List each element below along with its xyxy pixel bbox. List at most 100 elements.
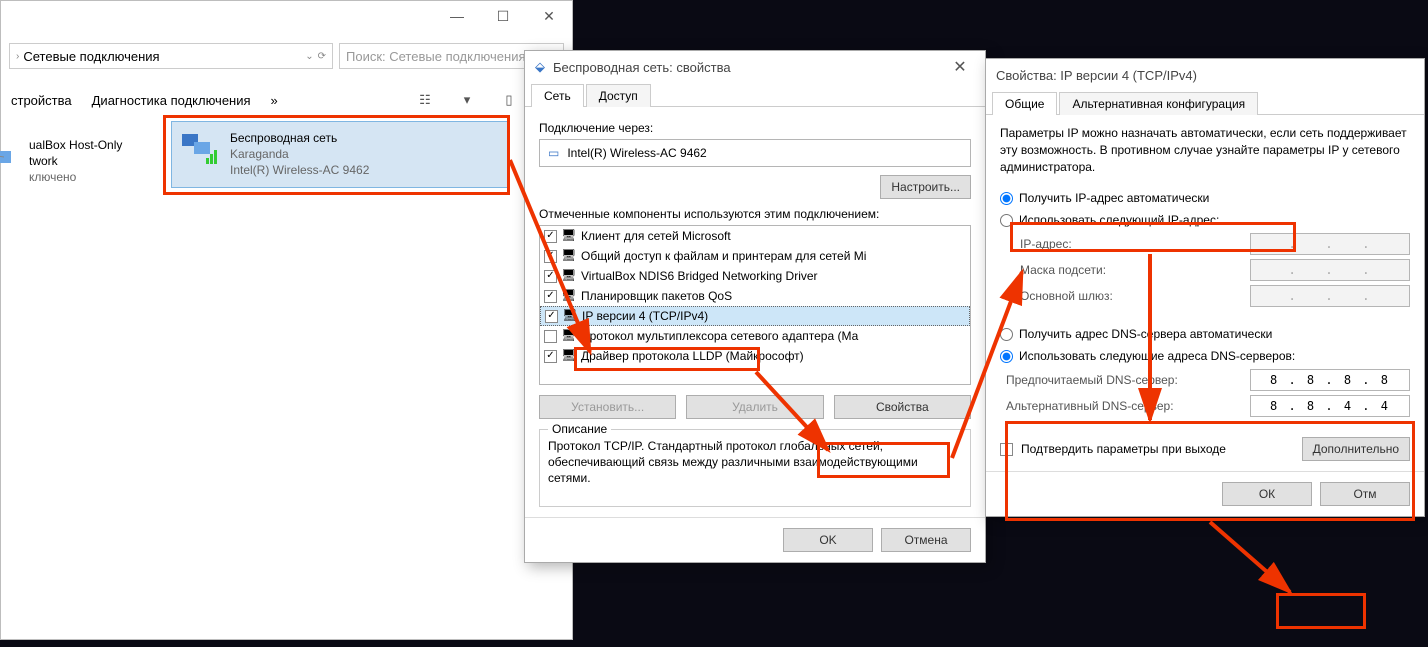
- confirm-on-exit-checkbox[interactable]: [1000, 443, 1013, 456]
- component-item[interactable]: 🖥 Протокол мультиплексора сетевого адапт…: [540, 326, 970, 346]
- subnet-mask-field: . . .: [1250, 259, 1410, 281]
- dialog-footer: ОК Отм: [986, 471, 1424, 516]
- radio-input[interactable]: [1000, 214, 1013, 227]
- subnet-mask-label: Маска подсети:: [1020, 263, 1240, 277]
- description-group: Описание Протокол TCP/IP. Стандартный пр…: [539, 429, 971, 507]
- preferred-dns-field[interactable]: 8 . 8 . 8 . 8: [1250, 369, 1410, 391]
- tabs: Общие Альтернативная конфигурация: [986, 91, 1424, 115]
- install-button[interactable]: Установить...: [539, 395, 676, 419]
- address-bar-row: › Сетевые подключения ⌄ ⟳ Поиск: Сетевые…: [1, 41, 572, 71]
- breadcrumb[interactable]: › Сетевые подключения ⌄ ⟳: [9, 43, 333, 69]
- remove-button[interactable]: Удалить: [686, 395, 823, 419]
- connection-item-vbox[interactable]: ualBox Host-Only twork ключено: [0, 129, 151, 194]
- component-icon: 🖥: [561, 268, 577, 284]
- annotation-box: [1276, 593, 1366, 629]
- checkbox[interactable]: ✓: [544, 230, 557, 243]
- dropdown-icon[interactable]: ⌄: [305, 51, 313, 62]
- preview-pane-icon[interactable]: ▯: [498, 89, 520, 111]
- chevron-right-icon: ›: [16, 51, 19, 62]
- cancel-button[interactable]: Отм: [1320, 482, 1410, 506]
- alternate-dns-field[interactable]: 8 . 8 . 4 . 4: [1250, 395, 1410, 417]
- close-button[interactable]: ✕: [526, 1, 572, 31]
- component-icon: 🖥: [561, 228, 577, 244]
- components-list[interactable]: ✓ 🖥 Клиент для сетей Microsoft ✓ 🖥 Общий…: [539, 225, 971, 385]
- adapter-name: Intel(R) Wireless-AC 9462: [567, 146, 706, 160]
- adapter-icon: ▭: [548, 146, 559, 160]
- radio-auto-ip[interactable]: Получить IP-адрес автоматически: [1000, 187, 1410, 209]
- network-icon: ⬙: [535, 59, 545, 75]
- tab-network[interactable]: Сеть: [531, 84, 584, 107]
- checkbox[interactable]: ✓: [545, 310, 558, 323]
- tab-pane-general: Параметры IP можно назначать автоматичес…: [986, 115, 1424, 471]
- component-label: VirtualBox NDIS6 Bridged Networking Driv…: [581, 269, 818, 283]
- components-label: Отмеченные компоненты используются этим …: [539, 207, 971, 221]
- dialog-footer: OK Отмена: [525, 517, 985, 562]
- view-dropdown-icon[interactable]: ▾: [456, 89, 478, 111]
- cancel-button[interactable]: Отмена: [881, 528, 971, 552]
- component-item-ipv4[interactable]: ✓ 🖥 IP версии 4 (TCP/IPv4): [540, 306, 970, 326]
- checkbox[interactable]: ✓: [544, 290, 557, 303]
- toolbar-device[interactable]: стройства: [11, 93, 72, 108]
- tabs: Сеть Доступ: [525, 83, 985, 107]
- component-icon: 🖥: [562, 308, 578, 324]
- toolbar-more[interactable]: »: [271, 93, 278, 108]
- adapter-field[interactable]: ▭ Intel(R) Wireless-AC 9462: [539, 139, 971, 167]
- connection-status: ключено: [29, 169, 122, 185]
- search-placeholder: Поиск: Сетевые подключения: [346, 49, 526, 64]
- description-legend: Описание: [548, 422, 611, 436]
- network-connections-window: — ☐ ✕ › Сетевые подключения ⌄ ⟳ Поиск: С…: [0, 0, 573, 640]
- checkbox[interactable]: ✓: [544, 350, 557, 363]
- radio-auto-dns[interactable]: Получить адрес DNS-сервера автоматически: [1000, 323, 1410, 345]
- configure-button[interactable]: Настроить...: [880, 175, 971, 199]
- checkbox[interactable]: [544, 330, 557, 343]
- connection-adapter: Intel(R) Wireless-AC 9462: [230, 162, 369, 178]
- refresh-icon[interactable]: ⟳: [318, 51, 326, 62]
- window-controls: — ☐ ✕: [434, 1, 572, 31]
- connection-name: ualBox Host-Only: [29, 137, 122, 153]
- gateway-field: . . .: [1250, 285, 1410, 307]
- component-label: IP версии 4 (TCP/IPv4): [582, 309, 708, 323]
- minimize-button[interactable]: —: [434, 1, 480, 31]
- ok-button[interactable]: OK: [783, 528, 873, 552]
- tab-access[interactable]: Доступ: [586, 84, 651, 107]
- toolbar: стройства Диагностика подключения » ☷ ▾ …: [1, 85, 572, 115]
- radio-manual-ip[interactable]: Использовать следующий IP-адрес:: [1000, 209, 1410, 231]
- component-buttons: Установить... Удалить Свойства: [539, 395, 971, 419]
- component-item[interactable]: ✓ 🖥 Клиент для сетей Microsoft: [540, 226, 970, 246]
- toolbar-diagnostics[interactable]: Диагностика подключения: [92, 93, 251, 108]
- component-item[interactable]: ✓ 🖥 Общий доступ к файлам и принтерам дл…: [540, 246, 970, 266]
- connection-ssid: Karaganda: [230, 146, 369, 162]
- component-label: Общий доступ к файлам и принтерам для се…: [581, 249, 866, 263]
- component-item[interactable]: ✓ 🖥 Драйвер протокола LLDP (Майкрософт): [540, 346, 970, 366]
- properties-button[interactable]: Свойства: [834, 395, 971, 419]
- tab-alternate[interactable]: Альтернативная конфигурация: [1059, 92, 1258, 115]
- radio-label: Получить IP-адрес автоматически: [1019, 191, 1209, 205]
- component-label: Драйвер протокола LLDP (Майкрософт): [581, 349, 804, 363]
- tab-general[interactable]: Общие: [992, 92, 1057, 115]
- maximize-button[interactable]: ☐: [480, 1, 526, 31]
- checkbox[interactable]: ✓: [544, 250, 557, 263]
- radio-input[interactable]: [1000, 192, 1013, 205]
- connection-item-wireless[interactable]: Беспроводная сеть Karaganda Intel(R) Wir…: [171, 121, 509, 188]
- radio-input[interactable]: [1000, 350, 1013, 363]
- component-item[interactable]: ✓ 🖥 Планировщик пакетов QoS: [540, 286, 970, 306]
- advanced-button[interactable]: Дополнительно: [1302, 437, 1410, 461]
- component-item[interactable]: ✓ 🖥 VirtualBox NDIS6 Bridged Networking …: [540, 266, 970, 286]
- view-icon[interactable]: ☷: [414, 89, 436, 111]
- dialog-title-text: Свойства: IP версии 4 (TCP/IPv4): [996, 68, 1197, 83]
- ip-address-field: . . .: [1250, 233, 1410, 255]
- checkbox[interactable]: ✓: [544, 270, 557, 283]
- radio-manual-dns[interactable]: Использовать следующие адреса DNS-сервер…: [1000, 345, 1410, 367]
- close-button[interactable]: ✕: [945, 57, 975, 77]
- component-label: Протокол мультиплексора сетевого адаптер…: [581, 329, 858, 343]
- wireless-adapter-icon: [180, 130, 220, 170]
- dialog-titlebar: Свойства: IP версии 4 (TCP/IPv4): [986, 59, 1424, 91]
- breadcrumb-text: Сетевые подключения: [23, 49, 159, 64]
- ok-button[interactable]: ОК: [1222, 482, 1312, 506]
- wireless-properties-dialog: ⬙ Беспроводная сеть: свойства ✕ Сеть Дос…: [524, 50, 986, 563]
- radio-input[interactable]: [1000, 328, 1013, 341]
- connection-name: Беспроводная сеть: [230, 130, 369, 146]
- preferred-dns-label: Предпочитаемый DNS-сервер:: [1006, 373, 1240, 387]
- ip-address-label: IP-адрес:: [1020, 237, 1240, 251]
- component-label: Планировщик пакетов QoS: [581, 289, 732, 303]
